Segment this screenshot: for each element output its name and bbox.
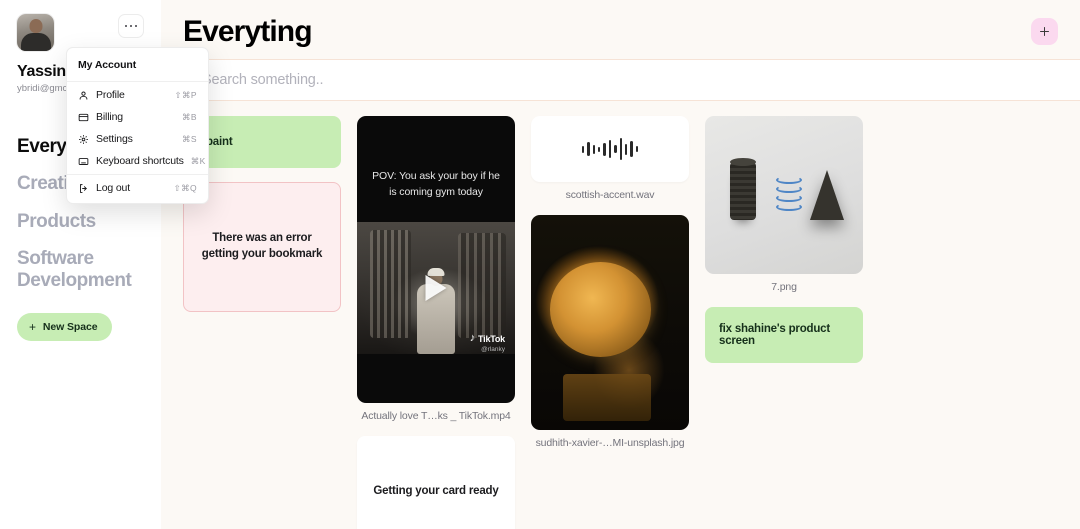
page-title: Everyting (183, 15, 313, 48)
render-spiral (776, 176, 803, 220)
ellipsis-icon (129, 24, 133, 28)
menu-item-shortcut: ⌘K (190, 155, 206, 166)
render-cone (810, 170, 845, 221)
menu-item-settings[interactable]: Settings ⌘S (67, 128, 208, 150)
new-space-button[interactable]: + New Space (17, 313, 113, 342)
play-icon[interactable] (425, 275, 447, 301)
music-note-icon: ♪ (469, 332, 476, 344)
search-input[interactable] (202, 72, 1080, 88)
menu-item-log-out[interactable]: Log out ⇧⌘Q (67, 177, 208, 199)
sidebar-header (17, 14, 144, 51)
credit-card-icon (78, 112, 89, 123)
board-column: 7.png fix shahine's product screen (705, 116, 863, 363)
tiktok-logo: ♪ TikTok (470, 333, 505, 344)
card-ready-note[interactable]: Getting your card ready (357, 436, 515, 529)
note-text: Getting your card ready (373, 485, 499, 497)
menu-divider (67, 174, 208, 175)
note-card-fix-product-screen[interactable]: fix shahine's product screen (705, 307, 863, 363)
user-icon (78, 90, 89, 101)
ellipsis-icon (134, 24, 138, 28)
new-space-label: New Space (42, 321, 98, 334)
avatar-body (20, 33, 51, 51)
render-cylinder (730, 158, 757, 221)
gramophone-base (562, 374, 652, 422)
avatar[interactable] (17, 14, 54, 51)
search-bar[interactable] (183, 59, 1080, 101)
gramophone-horn (549, 262, 652, 357)
card-label: Actually love T…ks _ TikTok.mp4 (361, 410, 511, 422)
logout-icon (78, 183, 89, 194)
menu-item-label: Settings (96, 133, 133, 145)
add-button[interactable] (1031, 18, 1058, 45)
error-text: There was an error getting your bookmark (201, 232, 323, 260)
menu-title: My Account (78, 59, 137, 71)
menu-item-label: Log out (96, 182, 130, 194)
menu-item-shortcut: ⇧⌘Q (173, 182, 197, 193)
menu-item-keyboard-shortcuts[interactable]: Keyboard shortcuts ⌘K (67, 150, 208, 172)
main-header: Everyting (183, 12, 1064, 48)
tiktok-handle: @rlanky (481, 346, 505, 353)
gear-icon (78, 134, 89, 145)
tiktok-label: TikTok (478, 333, 505, 344)
menu-item-shortcut: ⌘B (182, 111, 197, 122)
board-column: scottish-accent.wav sudhith-xavier-…MI-u… (531, 116, 689, 449)
menu-item-label: Billing (96, 111, 123, 123)
tiktok-watermark: ♪ TikTok @rlanky (470, 333, 505, 354)
keyboard-icon (78, 156, 89, 167)
plus-icon: + (29, 320, 36, 335)
video-caption: POV: You ask your boy if he is coming gy… (372, 170, 500, 199)
video-card[interactable]: POV: You ask your boy if he is coming gy… (357, 116, 515, 403)
avatar-head (29, 19, 42, 33)
sidebar-item-products[interactable]: Products (17, 211, 144, 232)
note-text: fix shahine's product screen (719, 323, 830, 347)
main-content: Everyting il paint There was an error ge… (161, 0, 1080, 529)
card-label: 7.png (771, 281, 797, 293)
audio-card[interactable] (531, 116, 689, 182)
image-card-3d-render[interactable] (705, 116, 863, 274)
card-label: sudhith-xavier-…MI-unsplash.jpg (535, 437, 685, 449)
audio-card-wrapper: scottish-accent.wav (531, 116, 689, 201)
image-card-gramophone[interactable] (531, 215, 689, 430)
menu-divider (67, 81, 208, 82)
menu-item-billing[interactable]: Billing ⌘B (67, 106, 208, 128)
menu-item-label: Keyboard shortcuts (96, 155, 184, 167)
account-more-button[interactable] (118, 14, 144, 38)
waveform-icon (581, 138, 639, 160)
account-dropdown-menu: My Account Profile ⇧⌘P Billing ⌘B Settin… (66, 47, 209, 204)
render-card-wrapper: 7.png (705, 116, 863, 293)
sidebar-item-software-development[interactable]: Software Development (17, 248, 144, 291)
board-column: POV: You ask your boy if he is coming gy… (357, 116, 515, 529)
menu-item-shortcut: ⇧⌘P (174, 89, 197, 100)
ellipsis-icon (124, 24, 128, 28)
menu-item-profile[interactable]: Profile ⇧⌘P (67, 84, 208, 106)
content-board: il paint There was an error getting your… (183, 116, 1064, 529)
menu-item-shortcut: ⌘S (182, 133, 197, 144)
photo-card-wrapper: sudhith-xavier-…MI-unsplash.jpg (531, 215, 689, 449)
card-label: scottish-accent.wav (565, 189, 655, 201)
app-root: Yassine ybridi@gmc Everyt Creativity Pro… (0, 0, 1080, 529)
video-card-wrapper: POV: You ask your boy if he is coming gy… (357, 116, 515, 422)
menu-item-label: Profile (96, 89, 125, 101)
